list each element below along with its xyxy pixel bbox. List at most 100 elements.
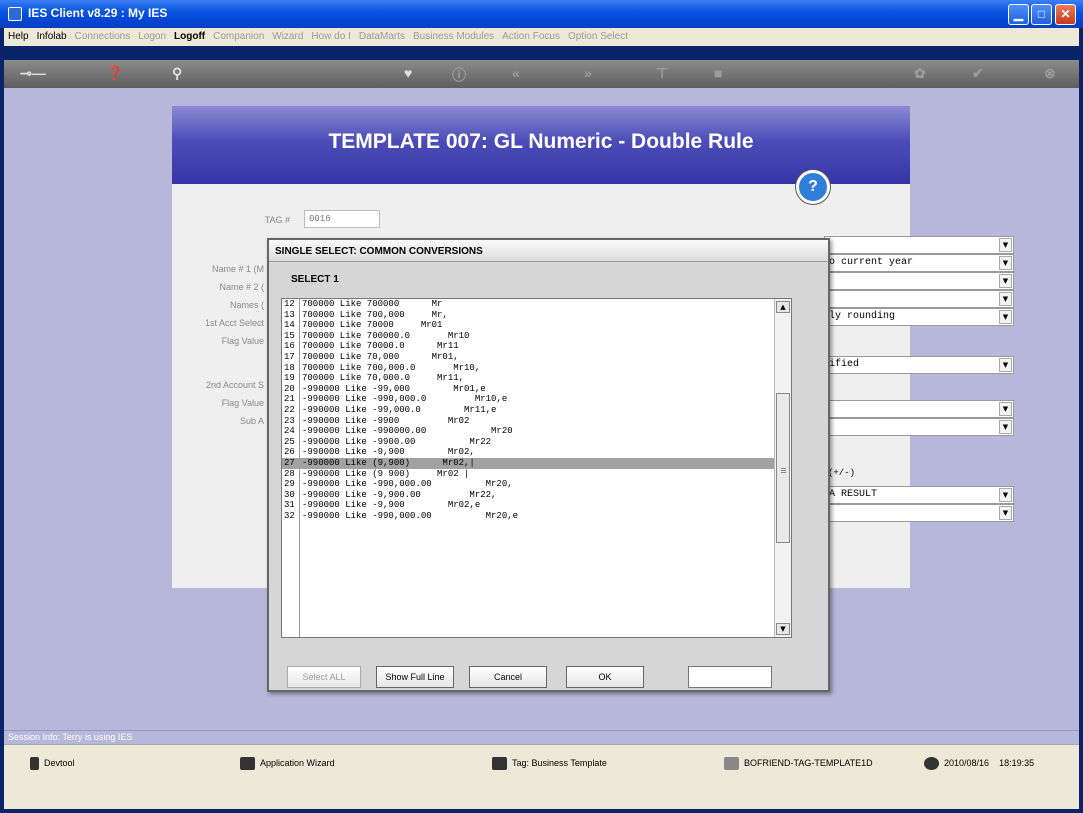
menu-item-logon[interactable]: Logon	[134, 28, 170, 42]
selection-input[interactable]	[688, 666, 772, 688]
right-field-5[interactable]: ly rounding ▼	[824, 308, 1014, 326]
menu-item-action-focus[interactable]: Action Focus	[498, 28, 564, 42]
list-item[interactable]: 28 -990000 Like (9 900) Mr02 |	[282, 469, 791, 480]
menu-item-logoff[interactable]: Logoff	[170, 28, 209, 42]
check-icon[interactable]: ✔	[972, 65, 984, 82]
menu-item-datamarts[interactable]: DataMarts	[355, 28, 409, 42]
row-text: -990000 Like -990,000.0 Mr10,e	[302, 394, 508, 405]
chevron-down-icon[interactable]: ▼	[999, 420, 1012, 434]
maximize-button[interactable]: □	[1031, 4, 1052, 25]
row-number: 18	[284, 362, 295, 373]
list-item[interactable]: 16 700000 Like 70000.0 Mr11	[282, 341, 791, 352]
list-item[interactable]: 25 -990000 Like -9900.00 Mr22	[282, 437, 791, 448]
dialog-title: SINGLE SELECT: COMMON CONVERSIONS	[269, 240, 828, 262]
menu-item-infolab[interactable]: Infolab	[33, 28, 71, 42]
scroll-down-icon[interactable]: ▼	[776, 623, 790, 635]
list-item[interactable]: 27 -990000 Like (9,900) Mr02,|	[282, 457, 791, 469]
right-field-10[interactable]: ▼	[824, 504, 1014, 522]
list-item[interactable]: 20 -990000 Like -99,000 Mr01,e	[282, 384, 791, 395]
close-icon[interactable]: ⊗	[1044, 65, 1056, 82]
conversion-list[interactable]: 12 700000 Like 700000 Mr 13 700000 Like 700…	[281, 298, 792, 638]
menu-item-help[interactable]: Help	[4, 28, 33, 42]
right-field-2[interactable]: o current year ▼	[824, 254, 1014, 272]
scroll-up-icon[interactable]: ▲	[776, 301, 790, 313]
list-item[interactable]: 14 700000 Like 70000 Mr01	[282, 320, 791, 331]
key-icon[interactable]: ⊸—	[20, 65, 46, 82]
chevron-down-icon[interactable]: ▼	[999, 292, 1012, 306]
select-all-button[interactable]: Select ALL	[287, 666, 361, 688]
row-number: 25	[284, 436, 295, 447]
template-title: TEMPLATE 007: GL Numeric - Double Rule	[172, 106, 910, 184]
row-number: 31	[284, 500, 295, 511]
list-item[interactable]: 32 -990000 Like -990,000.00 Mr20,e	[282, 511, 791, 522]
stop-icon[interactable]: ■	[714, 65, 722, 81]
list-item[interactable]: 18 700000 Like 700,000.0 Mr10,	[282, 363, 791, 374]
chevron-down-icon[interactable]: ▼	[999, 274, 1012, 288]
list-item[interactable]: 19 700000 Like 70,000.0 Mr11,	[282, 373, 791, 384]
taskbar-module[interactable]: BOFRIEND-TAG-TEMPLATE1D	[724, 757, 873, 770]
list-item[interactable]: 26 -990000 Like -9,900 Mr02,	[282, 447, 791, 458]
info-icon[interactable]: ⓘ	[452, 65, 466, 85]
list-item[interactable]: 17 700000 Like 70,000 Mr01,	[282, 352, 791, 363]
taskbar-tag[interactable]: Tag: Business Template	[492, 757, 607, 770]
menu-item-option-select[interactable]: Option Select	[564, 28, 632, 42]
chevron-down-icon[interactable]: ▼	[999, 358, 1012, 372]
back-icon[interactable]: «	[512, 65, 520, 81]
ok-button[interactable]: OK	[566, 666, 644, 688]
chevron-down-icon[interactable]: ▼	[999, 402, 1012, 416]
list-item[interactable]: 29 -990000 Like -990,000.00 Mr20,	[282, 479, 791, 490]
taskbar-clock: 2010/08/16 18:19:35	[924, 757, 1034, 770]
taskbar-wizard[interactable]: Application Wizard	[240, 757, 335, 770]
cancel-button[interactable]: Cancel	[469, 666, 547, 688]
list-item[interactable]: 12 700000 Like 700000 Mr	[282, 299, 791, 310]
chevron-down-icon[interactable]: ▼	[999, 488, 1012, 502]
scrollbar[interactable]: ▲ ▼	[774, 299, 791, 637]
taskbar-devtool[interactable]: Devtool	[30, 757, 75, 770]
right-field-1[interactable]: ▼	[824, 236, 1014, 254]
search-icon[interactable]: ⚲	[172, 65, 182, 82]
heart-icon[interactable]: ♥	[404, 65, 412, 81]
row-text: -990000 Like -9,900 Mr02,	[302, 447, 475, 458]
session-info: Session Info: Terry is using IES	[4, 730, 1079, 744]
menu-item-connections[interactable]: Connections	[71, 28, 135, 42]
chevron-down-icon[interactable]: ▼	[999, 256, 1012, 270]
devtool-icon	[30, 757, 39, 770]
list-item[interactable]: 30 -990000 Like -9,900.00 Mr22,	[282, 490, 791, 501]
scroll-thumb[interactable]	[776, 393, 790, 543]
right-field-8[interactable]: ▼	[824, 418, 1014, 436]
row-number: 17	[284, 351, 295, 362]
right-field-4[interactable]: ▼	[824, 290, 1014, 308]
field-label-name2: Name # 2 (	[219, 282, 264, 292]
help-button[interactable]: ?	[796, 170, 830, 204]
list-item[interactable]: 23 -990000 Like -9900 Mr02	[282, 416, 791, 427]
list-item[interactable]: 13 700000 Like 700,000 Mr,	[282, 310, 791, 321]
list-item[interactable]: 15 700000 Like 700000.0 Mr10	[282, 331, 791, 342]
help-icon[interactable]: ❓	[106, 65, 123, 82]
chevron-down-icon[interactable]: ▼	[999, 238, 1012, 252]
menu-item-business-modules[interactable]: Business Modules	[409, 28, 498, 42]
list-item[interactable]: 31 -990000 Like -9,900 Mr02,e	[282, 500, 791, 511]
tree-icon[interactable]: ⊤	[656, 65, 668, 82]
row-text: 700000 Like 700000.0 Mr10	[302, 330, 470, 341]
close-window-button[interactable]: ✕	[1055, 4, 1076, 25]
minimize-button[interactable]: ▁	[1008, 4, 1029, 25]
list-item[interactable]: 21 -990000 Like -990,000.0 Mr10,e	[282, 394, 791, 405]
right-field-6[interactable]: ified ▼	[824, 356, 1014, 374]
row-number: 32	[284, 510, 295, 521]
right-field-9[interactable]: A RESULT ▼	[824, 486, 1014, 504]
chevron-down-icon[interactable]: ▼	[999, 506, 1012, 520]
list-item[interactable]: 24 -990000 Like -990000.00 Mr20	[282, 426, 791, 437]
title-bar[interactable]: IES Client v8.29 : My IES ▁ □ ✕	[0, 0, 1083, 28]
list-item[interactable]: 22 -990000 Like -99,000.0 Mr11,e	[282, 405, 791, 416]
menu-item-companion[interactable]: Companion	[209, 28, 268, 42]
row-text: 700000 Like 700,000.0 Mr10,	[302, 362, 481, 373]
menu-item-how-do-i[interactable]: How do I	[307, 28, 354, 42]
show-full-line-button[interactable]: Show Full Line	[376, 666, 454, 688]
forward-icon[interactable]: »	[584, 65, 592, 81]
right-field-7[interactable]: ▼	[824, 400, 1014, 418]
right-field-3[interactable]: ▼	[824, 272, 1014, 290]
menu-item-wizard[interactable]: Wizard	[268, 28, 307, 42]
chevron-down-icon[interactable]: ▼	[999, 310, 1012, 324]
tag-input[interactable]: 0016	[304, 210, 380, 228]
palette-icon[interactable]: ✿	[914, 65, 926, 82]
